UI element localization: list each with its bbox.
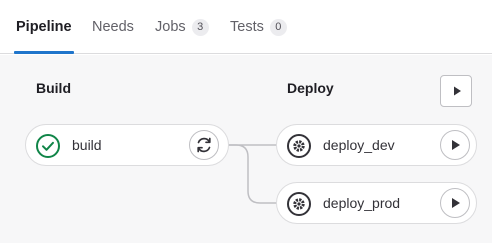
play-deploy-dev-button[interactable] [440, 130, 470, 160]
stage-title-deploy: Deploy [287, 80, 334, 96]
tab-tests-label: Tests [230, 19, 264, 35]
tab-needs-label: Needs [92, 19, 134, 35]
job-build-name: build [72, 137, 102, 153]
job-build[interactable]: build [25, 124, 229, 166]
tab-tests[interactable]: Tests 0 [230, 14, 287, 40]
tab-pipeline[interactable]: Pipeline [14, 14, 74, 54]
tab-tests-count-badge: 0 [269, 19, 287, 36]
tab-needs[interactable]: Needs [92, 14, 134, 40]
play-deploy-prod-button[interactable] [440, 188, 470, 218]
pipeline-tabs: Pipeline Needs Jobs 3 Tests 0 [0, 0, 492, 54]
tab-jobs-count-badge: 3 [191, 19, 209, 36]
link-build-to-deploy-prod [226, 144, 277, 204]
run-deploy-stage-button[interactable] [440, 75, 472, 107]
tab-pipeline-label: Pipeline [16, 19, 72, 35]
stage-title-build: Build [36, 80, 71, 96]
retry-icon [197, 137, 211, 153]
play-icon [452, 198, 460, 208]
play-icon [452, 140, 460, 150]
play-icon [454, 86, 461, 96]
job-deploy-prod-name: deploy_prod [323, 195, 401, 211]
tab-jobs-label: Jobs [155, 19, 186, 35]
gear-icon [287, 134, 311, 158]
job-deploy-prod[interactable]: deploy_prod [276, 182, 477, 224]
retry-build-button[interactable] [189, 130, 219, 160]
tab-jobs[interactable]: Jobs 3 [155, 14, 209, 40]
check-circle-icon [36, 134, 60, 158]
pipeline-graph: Build Deploy build deploy_dev deploy_pro… [0, 55, 492, 243]
gear-icon [287, 192, 311, 216]
job-deploy-dev[interactable]: deploy_dev [276, 124, 477, 166]
job-deploy-dev-name: deploy_dev [323, 137, 395, 153]
